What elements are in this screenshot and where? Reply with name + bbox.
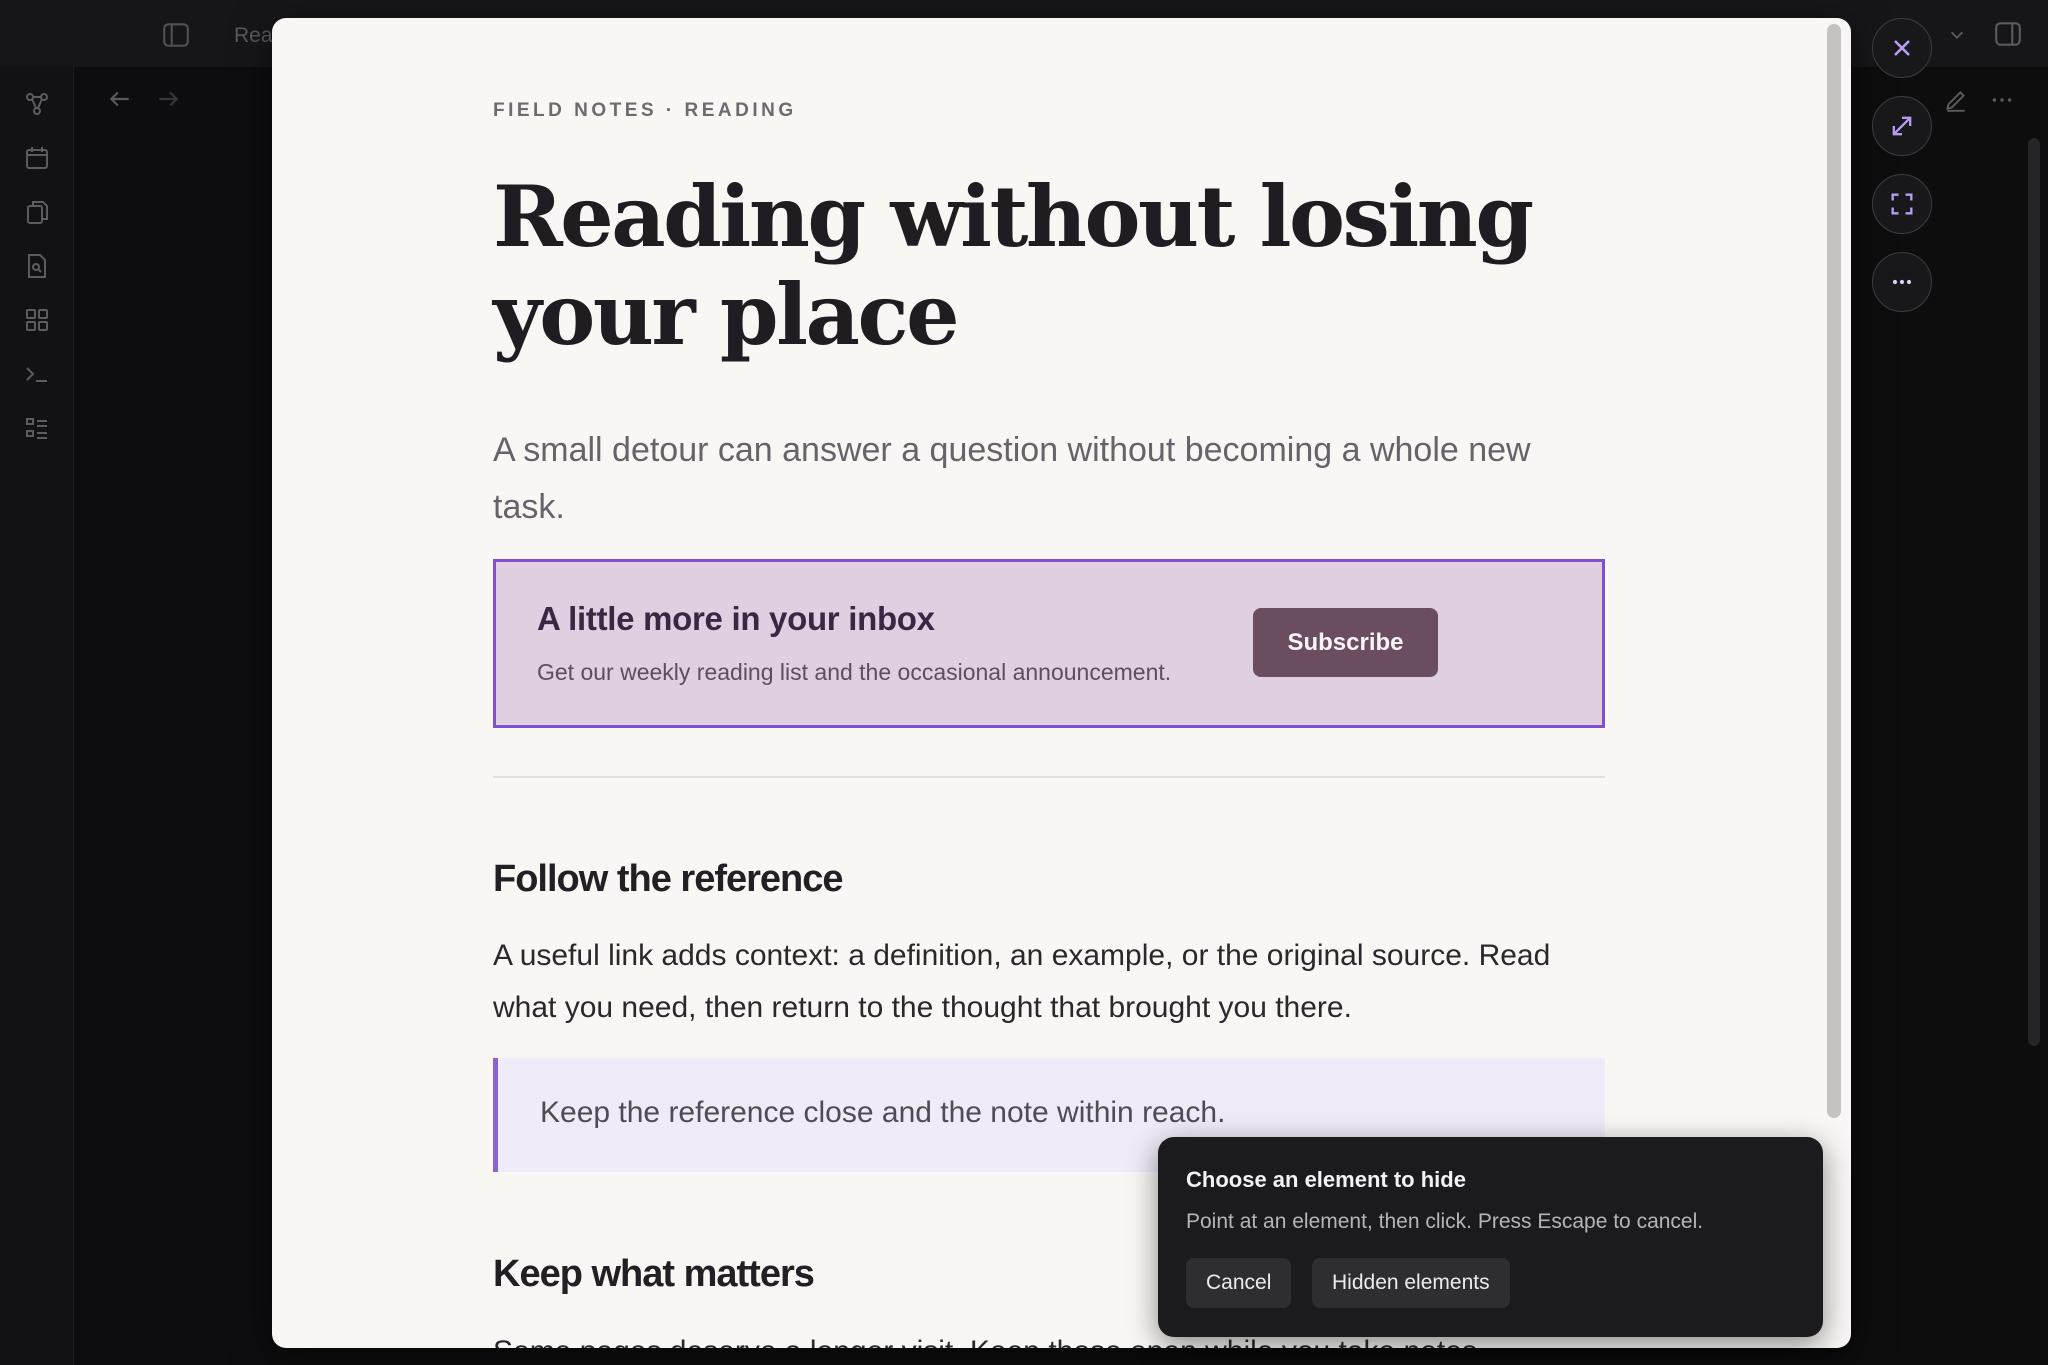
section-heading: Keep what matters [493, 1253, 815, 1295]
expand-button[interactable] [1872, 96, 1932, 156]
reader-scrollbar[interactable] [1827, 24, 1841, 1118]
more-icon [1892, 279, 1912, 285]
blockquote-text: Keep the reference close and the note wi… [540, 1096, 1226, 1129]
more-button[interactable] [1872, 252, 1932, 312]
cancel-button[interactable]: Cancel [1186, 1258, 1292, 1308]
expand-icon [1892, 116, 1912, 136]
divider [493, 776, 1605, 778]
article-subtitle: A small detour can answer a question wit… [493, 431, 1531, 526]
popover-instructions: Point at an element, then click. Press E… [1186, 1210, 1704, 1233]
hide-element-popover: Choose an element to hide Point at an el… [1158, 1137, 1823, 1337]
close-reader-button[interactable] [1872, 18, 1932, 78]
hidden-elements-button[interactable]: Hidden elements [1312, 1258, 1510, 1308]
section-paragraph: A useful link adds context: a definition… [493, 939, 1551, 1024]
article-title: Reading without losing your place [493, 167, 1534, 364]
fullscreen-icon [1891, 193, 1913, 215]
promo-title: A little more in your inbox [537, 600, 935, 637]
popover-title: Choose an element to hide [1186, 1167, 1466, 1192]
section-heading: Follow the reference [493, 858, 844, 900]
newsletter-promo: A little more in your inbox Get our week… [493, 559, 1605, 728]
subscribe-button[interactable]: Subscribe [1253, 608, 1438, 677]
fullscreen-button[interactable] [1872, 174, 1932, 234]
promo-text: Get our weekly reading list and the occa… [537, 659, 1172, 685]
close-icon [1894, 40, 1910, 56]
eyebrow-label: FIELD NOTES · READING [493, 100, 797, 121]
